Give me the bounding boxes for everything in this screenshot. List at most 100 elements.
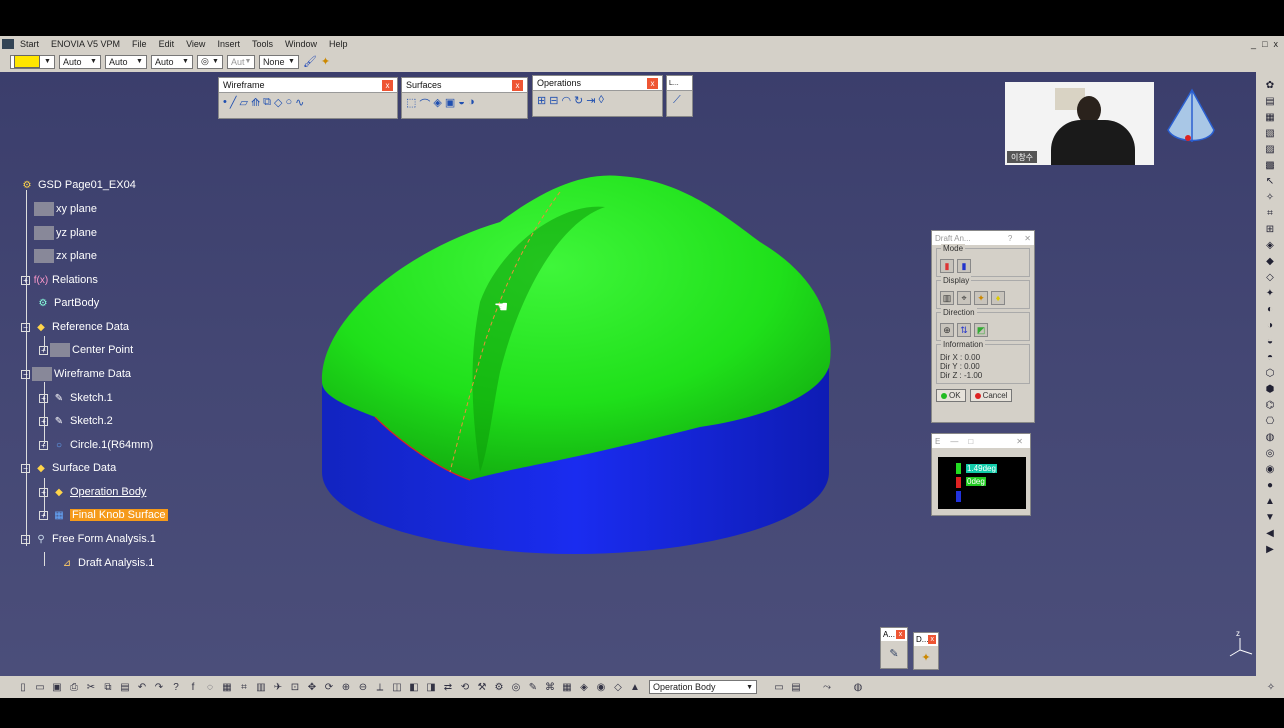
catalog-icon[interactable]: ▥ xyxy=(254,680,268,694)
hide-show-icon[interactable]: ◨ xyxy=(424,680,438,694)
compass-direction-icon[interactable]: ◩ xyxy=(974,323,988,337)
toolbar-icon[interactable]: ◍ xyxy=(1262,430,1278,444)
color-dropdown[interactable]: ▼ xyxy=(10,54,55,69)
help-icon[interactable]: ? xyxy=(169,680,183,694)
layer-dropdown[interactable]: None ▼ xyxy=(258,54,299,69)
extrapolate-icon[interactable]: ⇥ xyxy=(586,94,595,107)
table-icon[interactable]: ▦ xyxy=(220,680,234,694)
toolbar-icon[interactable]: ◆ xyxy=(1262,254,1278,268)
format-painter-icon[interactable]: 🖌 xyxy=(303,55,317,68)
scale-low-label[interactable]: 0deg xyxy=(966,477,986,486)
toolbar-icon[interactable]: ▨ xyxy=(1262,142,1278,156)
workbench-icon[interactable]: ✿ xyxy=(1262,78,1278,92)
toolbar-icon[interactable]: ⊞ xyxy=(1262,222,1278,236)
toolbar-icon[interactable]: ▦ xyxy=(1262,110,1278,124)
minimize-button[interactable]: — xyxy=(950,437,958,446)
menu-enovia[interactable]: ENOVIA V5 VPM xyxy=(45,39,126,49)
full-mode-icon[interactable]: ▮ xyxy=(957,259,971,273)
tool-icon[interactable]: ▤ xyxy=(789,680,803,694)
minimize-button[interactable]: _ xyxy=(1251,39,1256,49)
expand-icon[interactable]: + xyxy=(39,416,48,426)
tree-item-sketch-2[interactable]: + ✎ Sketch.2 xyxy=(39,414,113,428)
light-icon[interactable]: ♦ xyxy=(991,291,1005,305)
comment-icon[interactable]: ◌ xyxy=(203,680,217,694)
wand-icon[interactable]: ✦ xyxy=(321,55,330,68)
collapse-icon[interactable]: − xyxy=(21,463,30,473)
tool-icon[interactable]: ▦ xyxy=(560,680,574,694)
toolbar-icon[interactable]: ▤ xyxy=(1262,94,1278,108)
expand-icon[interactable]: + xyxy=(39,510,48,520)
restore-button[interactable]: □ xyxy=(1262,39,1267,49)
law-icon[interactable]: ⟋ xyxy=(673,94,681,107)
cancel-button[interactable]: Cancel xyxy=(969,389,1013,402)
tree-item-wireframe-data[interactable]: − Wireframe Data xyxy=(21,367,131,381)
boundary-icon[interactable]: ◊ xyxy=(598,94,603,107)
loft-icon[interactable]: ◒ xyxy=(458,96,465,112)
tree-root[interactable]: ⚙ GSD Page01_EX04 xyxy=(18,178,136,192)
toolbar-icon[interactable]: ◒ xyxy=(1262,334,1278,348)
tool-icon[interactable]: ✎ xyxy=(526,680,540,694)
tree-item-zx-plane[interactable]: zx plane xyxy=(34,249,97,263)
extrude-icon[interactable]: ⬚ xyxy=(406,96,416,112)
cut-icon[interactable]: ✂ xyxy=(84,680,98,694)
toolbar-icon[interactable]: ⬡ xyxy=(1262,366,1278,380)
close-icon[interactable]: x xyxy=(928,635,936,644)
toolbar-icon[interactable]: ● xyxy=(1262,478,1278,492)
line-icon[interactable]: ╱ xyxy=(230,96,237,109)
combine-icon[interactable]: ⧉ xyxy=(263,96,271,109)
toolbar-icon[interactable]: ▩ xyxy=(1262,158,1278,172)
fit-all-icon[interactable]: ⊡ xyxy=(288,680,302,694)
tree-item-sketch-1[interactable]: + ✎ Sketch.1 xyxy=(39,391,113,405)
offset-icon[interactable]: ◈ xyxy=(433,96,441,112)
expand-icon[interactable]: + xyxy=(39,440,48,450)
fillet-icon[interactable]: ◠ xyxy=(561,94,571,107)
tool-icon[interactable]: ◈ xyxy=(577,680,591,694)
toolbar-icon[interactable]: ◈ xyxy=(1262,238,1278,252)
compass-icon[interactable] xyxy=(1167,88,1215,142)
tool-icon[interactable]: ◉ xyxy=(594,680,608,694)
menu-edit[interactable]: Edit xyxy=(153,39,181,49)
tool-icon[interactable]: ⚙ xyxy=(492,680,506,694)
rendering-dropdown[interactable]: Aut ▼ xyxy=(226,54,255,69)
menu-start[interactable]: Start xyxy=(14,39,45,49)
tree-item-surface-data[interactable]: − ◆ Surface Data xyxy=(21,461,116,475)
shading-icon[interactable]: ◧ xyxy=(407,680,421,694)
tree-item-free-form-analysis[interactable]: − ⚲ Free Form Analysis.1 xyxy=(21,532,156,546)
measure-icon[interactable]: ⌗ xyxy=(237,680,251,694)
toolbar-icon[interactable]: ◑ xyxy=(1262,318,1278,332)
toolbar-icon[interactable]: ⬢ xyxy=(1262,382,1278,396)
toolbar-icon[interactable]: ✦ xyxy=(1262,286,1278,300)
toolbar-icon[interactable]: ◓ xyxy=(1262,350,1278,364)
formula-icon[interactable]: f xyxy=(186,680,200,694)
fly-icon[interactable]: ✈ xyxy=(271,680,285,694)
tree-item-xy-plane[interactable]: xy plane xyxy=(34,202,97,216)
translate-icon[interactable]: ↻ xyxy=(574,94,583,107)
close-icon[interactable]: x xyxy=(382,79,393,91)
iso-view-icon[interactable]: ◫ xyxy=(390,680,404,694)
tree-item-partbody[interactable]: ⚙ PartBody xyxy=(34,296,100,310)
lock-direction-icon[interactable]: ⊕ xyxy=(940,323,954,337)
update-icon[interactable]: ⟲ xyxy=(458,680,472,694)
quick-mode-icon[interactable]: ▮ xyxy=(940,259,954,273)
tool-icon[interactable]: ◍ xyxy=(851,680,865,694)
collapse-icon[interactable]: − xyxy=(21,369,30,379)
pan-icon[interactable]: ✥ xyxy=(305,680,319,694)
tool-icon[interactable]: ◇ xyxy=(611,680,625,694)
tool-icon[interactable]: ▲ xyxy=(628,680,642,694)
tree-item-circle-1[interactable]: + ○ Circle.1(R64mm) xyxy=(39,438,153,452)
line-type-dropdown[interactable]: Auto ▼ xyxy=(150,54,193,69)
collapse-icon[interactable]: − xyxy=(21,322,30,332)
spline-icon[interactable]: ∿ xyxy=(295,96,304,109)
toolbar-icon[interactable]: ▼ xyxy=(1262,510,1278,524)
close-icon[interactable]: x xyxy=(512,79,523,91)
close-button[interactable]: x xyxy=(1274,39,1279,49)
compass-toggle-icon[interactable]: ✦ xyxy=(974,291,988,305)
rotate-icon[interactable]: ⟳ xyxy=(322,680,336,694)
zoom-in-icon[interactable]: ⊕ xyxy=(339,680,353,694)
tool-icon[interactable]: ◎ xyxy=(509,680,523,694)
toolbar-icon[interactable]: ⌬ xyxy=(1262,398,1278,412)
toolbar-icon[interactable]: ◇ xyxy=(1262,270,1278,284)
plane-icon[interactable]: ▱ xyxy=(239,96,247,109)
toolbar-icon[interactable]: ✧ xyxy=(1262,190,1278,204)
menu-view[interactable]: View xyxy=(180,39,211,49)
